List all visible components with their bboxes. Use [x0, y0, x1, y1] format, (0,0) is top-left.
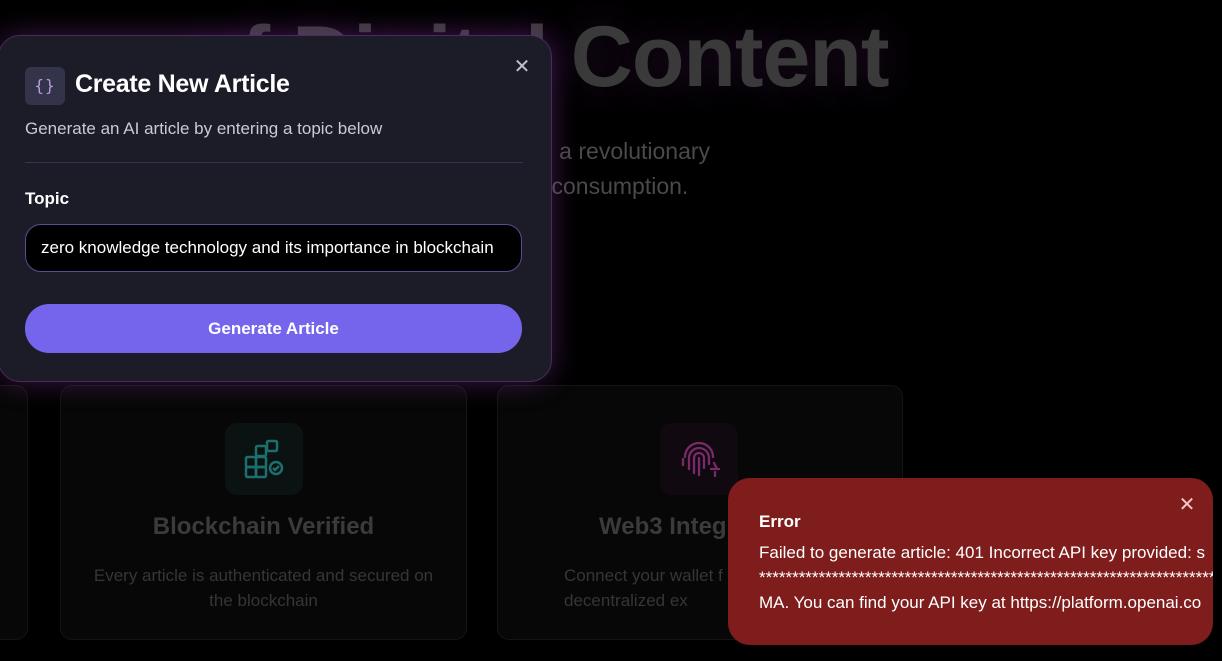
toast-message: Failed to generate article: 401 Incorrec…	[759, 540, 1213, 615]
feature-title: Blockchain Verified	[152, 513, 375, 540]
topic-label: Topic	[25, 189, 70, 208]
modal-subtitle: Generate an AI article by entering a top…	[25, 119, 383, 138]
close-icon[interactable]: ✕	[1176, 494, 1198, 516]
feature-card-partial	[0, 385, 28, 640]
toast-message-line-1: Failed to generate article: 401 Incorrec…	[759, 543, 1206, 562]
blocks-icon	[225, 423, 303, 495]
toast-message-line-3: MA. You can find your API key at https:/…	[759, 593, 1202, 612]
create-article-modal: {} Create New Article ✕ Generate an AI a…	[0, 35, 552, 382]
toast-message-line-2: ****************************************…	[759, 568, 1213, 587]
error-toast: ✕ Error Failed to generate article: 401 …	[728, 478, 1213, 645]
feature-description: Every article is authenticated and secur…	[93, 566, 434, 610]
modal-title: Create New Article	[75, 70, 290, 98]
generate-article-button[interactable]: Generate Article	[25, 304, 522, 353]
code-braces-icon: {}	[25, 67, 65, 105]
feature-card-blockchain: Blockchain Verified Every article is aut…	[60, 385, 467, 640]
toast-title: Error	[759, 512, 801, 531]
fingerprint-icon	[660, 423, 738, 495]
divider	[25, 162, 523, 163]
page: of Digital Content e a revolutionary l c…	[0, 0, 1222, 661]
hero-subtitle: e a revolutionary l consumption.	[540, 134, 840, 204]
hero-subtitle-line-1: e a revolutionary	[540, 138, 711, 164]
topic-input[interactable]	[25, 224, 522, 272]
close-icon[interactable]: ✕	[511, 56, 533, 78]
hero-subtitle-line-2: l consumption.	[540, 173, 689, 199]
